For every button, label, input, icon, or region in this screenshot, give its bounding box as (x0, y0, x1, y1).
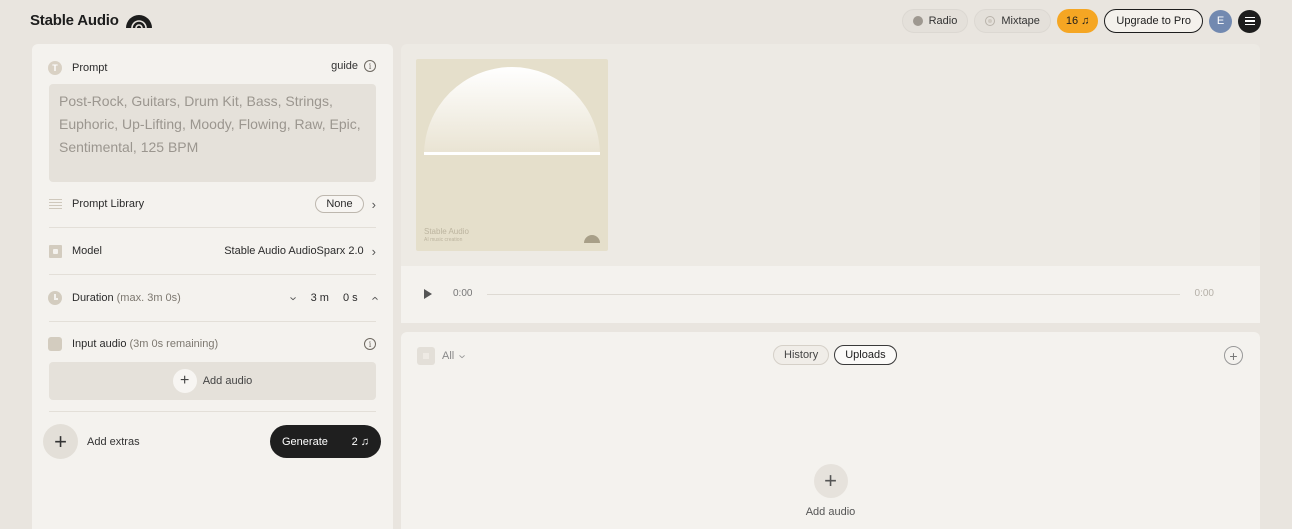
add-extras-button[interactable]: + Add extras (43, 424, 140, 459)
library-tabs: History Uploads (773, 345, 897, 365)
model-icon (48, 244, 62, 258)
duration-seconds[interactable]: 0 s (343, 292, 358, 304)
generate-cost: 2 (351, 435, 358, 448)
prompt-library-row[interactable]: Prompt Library None › (48, 194, 376, 214)
duration-row: Duration (max. 3m 0s) › 3 m 0 s › (48, 288, 381, 308)
generation-panel: T Prompt guide i Post-Rock, Guitars, Dru… (32, 44, 393, 529)
add-icon[interactable]: + (1224, 346, 1243, 365)
waveform-icon (48, 337, 62, 351)
credits-badge[interactable]: 16 ♫ (1056, 9, 1099, 33)
empty-add-audio[interactable]: + Add audio (401, 464, 1260, 518)
artwork-caption: Stable Audio (424, 227, 469, 236)
tab-history[interactable]: History (773, 345, 830, 365)
empty-add-audio-label: Add audio (805, 506, 856, 518)
current-time: 0:00 (453, 288, 473, 299)
library-panel: All › History Uploads + + Add audio (401, 332, 1260, 529)
divider (49, 274, 376, 275)
model-label: Model (72, 245, 102, 257)
header-actions: Radio Mixtape 16 ♫ Upgrade to Pro E (901, 9, 1261, 33)
duration-minutes[interactable]: 3 m (311, 292, 329, 304)
text-icon: T (48, 61, 62, 75)
add-audio-button[interactable]: + Add audio (49, 362, 376, 400)
chevron-down-icon: › (455, 353, 471, 359)
input-audio-row: Input audio (3m 0s remaining) i (48, 334, 376, 354)
total-time: 0:00 (1194, 288, 1214, 299)
guide-link[interactable]: guide i (331, 60, 376, 72)
chevron-right-icon[interactable]: › (372, 245, 376, 258)
artwork-graphic (424, 67, 600, 243)
filter-dropdown[interactable]: All › (417, 347, 471, 365)
logo-icon (125, 14, 152, 28)
add-extras-label: Add extras (87, 435, 140, 448)
top-bar: Stable Audio Radio Mixtape 16 ♫ Upgrade … (0, 0, 1292, 44)
play-icon[interactable] (424, 289, 432, 299)
seek-bar[interactable] (487, 294, 1180, 295)
input-audio-label: Input audio (72, 338, 127, 350)
mixtape-button[interactable]: Mixtape (974, 9, 1051, 33)
mixtape-label: Mixtape (1001, 15, 1040, 27)
chevron-down-icon[interactable]: › (287, 296, 302, 300)
tab-uploads[interactable]: Uploads (834, 345, 897, 365)
generate-button[interactable]: Generate 2 ♫ (270, 425, 381, 458)
track-artwork: Stable Audio AI music creation (416, 59, 608, 251)
prompt-label: Prompt (72, 62, 108, 74)
prompt-library-label: Prompt Library (72, 198, 145, 210)
info-icon: i (364, 60, 376, 72)
logo-text: Stable Audio (30, 12, 119, 29)
mixtape-icon (985, 16, 996, 26)
plus-icon: + (172, 369, 197, 393)
avatar[interactable]: E (1209, 9, 1232, 33)
list-icon (48, 197, 62, 211)
guide-label: guide (331, 60, 358, 72)
logo[interactable]: Stable Audio (30, 12, 153, 29)
duration-label: Duration (72, 292, 114, 304)
preview-panel: Stable Audio AI music creation 0:00 0:00 (401, 44, 1260, 323)
filter-label: All (442, 350, 455, 362)
radio-button[interactable]: Radio (901, 9, 969, 33)
clock-icon (48, 291, 62, 305)
select-all-checkbox[interactable] (417, 347, 435, 365)
chevron-up-icon[interactable]: › (366, 296, 381, 300)
plus-icon[interactable]: + (813, 464, 848, 498)
add-audio-label: Add audio (202, 375, 253, 387)
input-audio-hint: (3m 0s remaining) (129, 338, 219, 350)
prompt-library-value[interactable]: None (315, 195, 364, 213)
music-note-icon: ♫ (1081, 15, 1090, 27)
music-note-icon: ♫ (360, 435, 369, 448)
plus-icon: + (43, 424, 78, 459)
audio-player: 0:00 0:00 (401, 266, 1260, 323)
credits-count: 16 (1065, 15, 1079, 27)
prompt-header: T Prompt guide i (48, 60, 376, 76)
duration-hint: (max. 3m 0s) (116, 292, 181, 304)
upgrade-button[interactable]: Upgrade to Pro (1104, 9, 1203, 33)
chevron-right-icon[interactable]: › (372, 198, 376, 211)
menu-icon[interactable] (1238, 9, 1261, 33)
divider (49, 227, 376, 228)
model-row[interactable]: Model Stable Audio AudioSparx 2.0 › (48, 241, 376, 261)
info-icon[interactable]: i (364, 338, 376, 350)
prompt-input[interactable]: Post-Rock, Guitars, Drum Kit, Bass, Stri… (49, 84, 376, 182)
radio-icon (912, 16, 923, 26)
model-value: Stable Audio AudioSparx 2.0 (224, 245, 364, 257)
divider (49, 321, 376, 322)
divider (49, 411, 376, 412)
radio-label: Radio (928, 15, 958, 27)
generate-label: Generate (282, 435, 328, 448)
artwork-subcaption: AI music creation (424, 237, 463, 243)
